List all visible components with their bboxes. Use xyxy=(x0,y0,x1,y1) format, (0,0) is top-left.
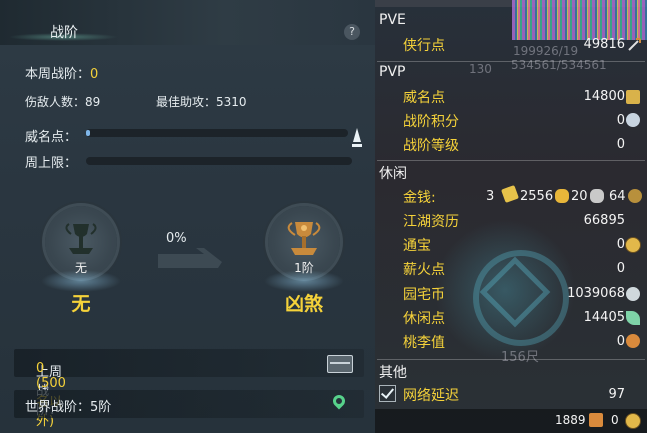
gold-ingot-icon xyxy=(555,189,569,203)
pvp-item-value: 0 xyxy=(616,137,625,152)
money-silver: 20 xyxy=(571,189,588,204)
glitch-overlay xyxy=(512,0,647,40)
pvp-item-value: 0 xyxy=(616,113,625,128)
coin-icon xyxy=(625,237,641,253)
beacon-icon xyxy=(352,126,362,148)
copper-coin-icon xyxy=(628,189,642,203)
crystal-icon xyxy=(626,113,640,127)
leisure-item-label: 江湖资历 xyxy=(403,214,459,230)
leisure-item-value: 14405 xyxy=(583,310,625,325)
next-rank-name: 凶煞 xyxy=(284,293,323,315)
leisure-item-value: 0 xyxy=(616,237,625,252)
week-rank-label: 本周战阶： xyxy=(25,67,91,82)
week-cap-bar xyxy=(86,157,352,165)
swirl-icon xyxy=(626,287,640,301)
week-rank-row: 本周战阶：0 xyxy=(25,63,98,82)
section-divider xyxy=(377,61,645,62)
fame-label: 威名点： xyxy=(25,130,78,145)
banner-icon xyxy=(626,90,640,104)
latency-checkbox[interactable] xyxy=(379,385,396,402)
latency-value: 97 xyxy=(608,387,625,402)
kills-stat: 伤敌人数：89 xyxy=(25,95,101,109)
sword-icon xyxy=(628,38,641,51)
money-copper: 64 xyxy=(609,189,626,204)
rank-progress-text: 0% xyxy=(166,231,187,246)
arrow-right-icon xyxy=(158,248,222,268)
panel-header: 战阶 ? xyxy=(0,0,375,45)
help-icon[interactable]: ? xyxy=(344,24,360,40)
last-week-row: 上周战阶：0 (500名以外) xyxy=(14,349,364,429)
best-assist-stat: 最佳助攻：5310 xyxy=(156,95,247,109)
week-rank-value: 0 xyxy=(90,67,99,82)
leaf-icon xyxy=(626,311,640,325)
pvp-item-label: 战阶积分 xyxy=(403,114,459,130)
week-cap-label: 周上限： xyxy=(25,156,78,171)
coin-icon xyxy=(625,413,641,429)
ghost-text-4: 156尺 xyxy=(501,350,539,365)
fame-progress-fill xyxy=(86,130,90,136)
footer-bar: 1889 0 xyxy=(375,409,647,433)
leisure-item-label: 通宝 xyxy=(403,238,431,254)
ghost-text-3: 130 xyxy=(469,62,492,76)
leisure-item-label: 桃李值 xyxy=(403,335,445,351)
battle-rank-panel: 战阶 ? 本周战阶：0 伤敌人数：89 最佳助攻：5310 威名点： 周上限： … xyxy=(0,0,375,433)
next-rank-medal: 1阶 xyxy=(264,206,344,292)
leisure-item-label: 园宅币 xyxy=(403,287,445,303)
next-rank-level: 1阶 xyxy=(294,261,314,275)
current-rank-medal: 无 xyxy=(41,206,121,292)
money-gold: 2556 xyxy=(520,189,554,204)
money-label: 金钱: xyxy=(403,190,436,206)
pvp-item-label: 战阶等级 xyxy=(403,138,459,154)
leisure-item-value: 1039068 xyxy=(567,286,625,301)
pvp-item-label: 威名点 xyxy=(403,90,445,106)
world-rank-row: 世界战阶：5阶 xyxy=(14,390,364,418)
leisure-item-label: 休闲点 xyxy=(403,311,445,327)
other-section-title: 其他 xyxy=(379,365,407,381)
ghost-text-1: 199926/19 xyxy=(513,44,579,58)
current-rank-name: 无 xyxy=(71,293,91,315)
pvp-section-title: PVP xyxy=(379,64,406,80)
leisure-item-value: 0 xyxy=(616,334,625,349)
current-rank-level: 无 xyxy=(74,261,87,275)
money-gold-bar: 3 xyxy=(486,189,495,204)
silver-ingot-icon xyxy=(590,189,604,203)
panel-title: 战阶 xyxy=(50,25,78,41)
leisure-section-title: 休闲 xyxy=(379,166,407,182)
pve-item-label: 侠行点 xyxy=(403,38,445,54)
currency-panel: 199926/19 534561/534561 130 156尺 PVE 侠行点… xyxy=(375,0,647,433)
latency-label: 网络延迟 xyxy=(403,388,459,404)
leisure-item-value: 0 xyxy=(616,261,625,276)
section-divider xyxy=(377,359,645,360)
section-divider xyxy=(377,160,645,161)
gourd-icon xyxy=(626,334,640,348)
pve-section-title: PVE xyxy=(379,12,406,28)
footer-left-value: 1889 xyxy=(555,413,586,427)
boot-icon xyxy=(589,413,603,427)
footer-right-value: 0 xyxy=(611,413,619,427)
fame-progress-bar xyxy=(86,129,348,137)
pve-item-value: 49816 xyxy=(583,37,625,52)
world-rank-label: 世界战阶：5阶 xyxy=(25,400,112,415)
chest-icon[interactable] xyxy=(327,355,353,373)
leisure-item-label: 薪火点 xyxy=(403,262,445,278)
pvp-item-value: 14800 xyxy=(583,89,625,104)
leisure-item-value: 66895 xyxy=(583,213,625,228)
